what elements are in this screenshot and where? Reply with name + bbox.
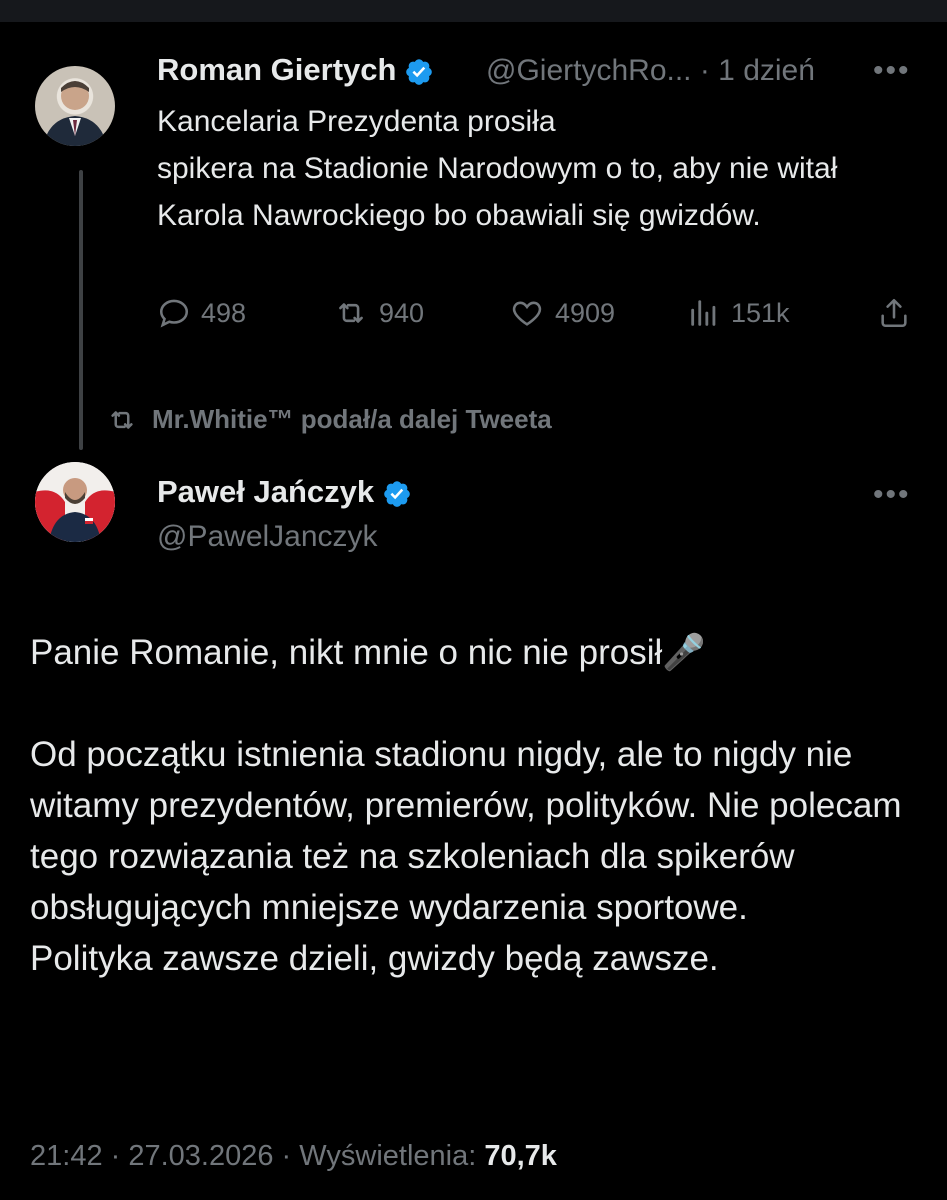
more-icon[interactable]: ••• (873, 478, 911, 512)
avatar-roman-giertych[interactable] (35, 66, 115, 146)
verified-badge-icon (406, 59, 433, 85)
like-button[interactable]: 4909 (509, 296, 615, 330)
retweet-icon (339, 303, 363, 323)
verified-badge-icon (384, 481, 410, 507)
author-name-pawel-janczyk[interactable]: Paweł Jańczyk (157, 474, 412, 510)
reply-count: 498 (201, 297, 247, 328)
retweet-button[interactable]: 940 (333, 296, 424, 330)
tweet-time[interactable]: · 1 dzień (700, 54, 815, 87)
reply-icon (159, 299, 189, 328)
views-icon (691, 300, 716, 326)
retweet-note-text[interactable]: Mr.Whitie™ podał/a dalej Tweeta (152, 404, 552, 435)
like-count: 4909 (555, 297, 616, 328)
like-icon (512, 301, 542, 326)
tweet-actions: 498 940 4909 151k (157, 296, 917, 346)
thread-line (79, 170, 83, 450)
reply-button[interactable]: 498 (157, 296, 246, 330)
views-total: 70,7k (484, 1140, 557, 1172)
retweeted-by[interactable]: Mr.Whitie™ podał/a dalej Tweeta (106, 404, 552, 435)
views-count: 151k (731, 297, 790, 328)
tweet-timestamp[interactable]: 21:42 · 27.03.2026 · Wyświetlenia: (30, 1140, 484, 1172)
share-button[interactable] (877, 296, 911, 330)
retweet-count: 940 (379, 297, 425, 328)
author-name-roman-giertych[interactable]: Roman Giertych (157, 52, 434, 88)
author-handle[interactable]: @PawelJanczyk (157, 520, 378, 554)
handle-text[interactable]: @GiertychRo... (486, 54, 692, 87)
tweet-text: Kancelaria Prezydenta prosiła spikera na… (157, 105, 838, 232)
top-strip (0, 0, 947, 22)
author-name-text[interactable]: Paweł Jańczyk (157, 474, 374, 509)
tweet-footer: 21:42 · 27.03.2026 · Wyświetlenia: 70,7k (30, 1140, 557, 1173)
more-icon[interactable]: ••• (873, 54, 911, 88)
retweet-icon (111, 410, 133, 429)
tweet-text: Panie Romanie, nikt mnie o nic nie prosi… (30, 633, 902, 978)
share-icon (881, 298, 907, 328)
author-name-text[interactable]: Roman Giertych (157, 52, 396, 87)
author-handle[interactable]: @GiertychRo... · 1 dzień (486, 54, 815, 88)
views-button[interactable]: 151k (687, 296, 790, 330)
avatar-pawel-janczyk[interactable] (35, 462, 115, 542)
